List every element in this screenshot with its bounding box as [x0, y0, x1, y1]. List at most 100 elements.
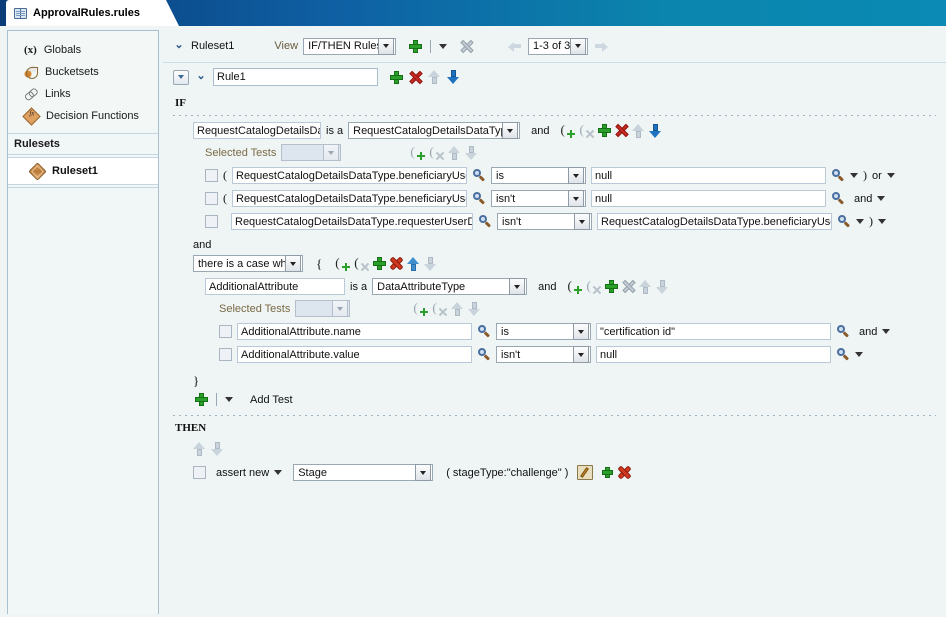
test-menu-caret[interactable]	[856, 219, 864, 224]
move-action-down-button[interactable]	[211, 442, 224, 456]
move-up-button[interactable]	[451, 301, 464, 316]
move-down-button[interactable]	[656, 279, 669, 294]
connector-caret[interactable]	[886, 173, 895, 178]
remove-paren-icon[interactable]: (	[586, 279, 601, 293]
test-operator-select[interactable]: isn't	[497, 213, 592, 230]
expand-toggle-icon[interactable]	[173, 69, 189, 85]
delete-rule-button[interactable]	[460, 40, 473, 53]
add-rule-button[interactable]	[409, 39, 423, 53]
add-test-button[interactable]	[195, 393, 208, 406]
search-icon[interactable]	[472, 191, 486, 206]
move-up-button[interactable]	[639, 279, 652, 294]
add-paren-icon[interactable]: (	[410, 145, 426, 160]
add-test-button[interactable]	[605, 280, 619, 293]
action-target-select[interactable]: Stage	[293, 464, 434, 481]
move-down-button[interactable]	[468, 301, 481, 316]
connector-caret[interactable]	[855, 352, 863, 357]
search-icon[interactable]	[837, 214, 851, 229]
action-checkbox[interactable]	[193, 466, 206, 479]
action-type-caret[interactable]	[274, 470, 283, 475]
add-rule-button[interactable]	[390, 70, 403, 84]
remove-paren-icon[interactable]: (	[354, 256, 369, 270]
rule-name-input[interactable]: Rule1	[213, 68, 378, 86]
nested-pattern-type-select[interactable]: DataAttributeType	[372, 278, 528, 295]
search-icon[interactable]	[477, 324, 491, 339]
move-up-button[interactable]	[448, 145, 461, 160]
selected-tests-select[interactable]	[281, 144, 342, 161]
test-right-operand[interactable]: null	[591, 167, 826, 184]
add-paren-icon[interactable]: (	[413, 301, 429, 316]
search-icon[interactable]	[478, 214, 492, 229]
sidebar-item-ruleset1[interactable]: Ruleset1	[8, 157, 158, 185]
connector-caret[interactable]	[877, 196, 886, 201]
test-right-operand[interactable]: null	[596, 346, 831, 363]
view-mode-select[interactable]: IF/THEN Rules	[303, 37, 397, 55]
move-action-up-button[interactable]	[193, 442, 206, 456]
add-paren-icon[interactable]: (	[560, 123, 576, 138]
sidebar-item-decision-functions[interactable]: Decision Functions	[8, 105, 158, 127]
quantifier-select[interactable]: there is a case where	[193, 255, 303, 272]
test-checkbox[interactable]	[219, 325, 232, 338]
add-test-menu-caret[interactable]	[225, 397, 233, 402]
test-operator-select[interactable]: is	[491, 167, 586, 184]
add-pattern-button[interactable]	[373, 257, 387, 270]
connector-caret[interactable]	[878, 219, 886, 224]
sidebar-item-bucketsets[interactable]: Bucketsets	[8, 61, 158, 83]
delete-test-button[interactable]	[622, 280, 635, 293]
test-left-operand[interactable]: RequestCatalogDetailsDataType.beneficiar…	[232, 190, 467, 207]
add-action-button[interactable]	[602, 467, 614, 478]
chevron-down-icon[interactable]: ⌄	[195, 71, 207, 83]
test-operator-select[interactable]: isn't	[496, 346, 591, 363]
test-right-operand[interactable]: null	[591, 190, 826, 207]
sidebar-item-links[interactable]: Links	[8, 83, 158, 105]
delete-test-button[interactable]	[615, 124, 628, 137]
test-checkbox[interactable]	[205, 169, 218, 182]
test-left-operand[interactable]: RequestCatalogDetailsDataType.beneficiar…	[232, 167, 467, 184]
test-left-operand[interactable]: AdditionalAttribute.value	[237, 346, 472, 363]
move-up-button[interactable]	[632, 123, 645, 138]
delete-pattern-button[interactable]	[390, 257, 403, 270]
test-left-operand[interactable]: AdditionalAttribute.name	[237, 323, 472, 340]
search-icon[interactable]	[831, 168, 845, 183]
pattern-type-select[interactable]: RequestCatalogDetailsDataType	[348, 122, 521, 139]
move-down-button[interactable]	[424, 256, 437, 271]
remove-paren-icon[interactable]: (	[432, 301, 447, 315]
remove-paren-icon[interactable]: (	[429, 145, 444, 159]
pencil-icon[interactable]	[577, 465, 594, 480]
move-rule-up-button[interactable]	[428, 70, 441, 84]
move-down-button[interactable]	[649, 123, 662, 138]
document-tab-approvalrules[interactable]: ApprovalRules.rules	[6, 0, 179, 26]
test-checkbox[interactable]	[219, 348, 232, 361]
move-down-button[interactable]	[465, 145, 478, 160]
search-icon[interactable]	[477, 347, 491, 362]
move-up-button[interactable]	[407, 256, 420, 271]
selected-tests-select[interactable]	[295, 300, 351, 317]
move-rule-down-button[interactable]	[447, 70, 460, 84]
search-icon[interactable]	[472, 168, 486, 183]
search-icon[interactable]	[836, 324, 850, 339]
test-left-operand[interactable]: RequestCatalogDetailsDataType.requesterU…	[231, 213, 473, 230]
arrow-left-icon[interactable]	[508, 40, 522, 52]
search-icon[interactable]	[836, 347, 850, 362]
add-paren-icon[interactable]: (	[335, 256, 351, 271]
pattern-variable-input[interactable]: RequestCatalogDetailsData	[193, 122, 321, 139]
add-rule-menu-caret[interactable]	[439, 43, 448, 49]
add-paren-icon[interactable]: (	[567, 279, 583, 294]
sidebar-item-globals[interactable]: (x) Globals	[8, 39, 158, 61]
test-menu-caret[interactable]	[850, 173, 858, 178]
test-right-operand[interactable]: "certification id"	[596, 323, 831, 340]
nested-pattern-variable[interactable]: AdditionalAttribute	[205, 278, 345, 295]
test-checkbox[interactable]	[205, 215, 218, 228]
test-operator-select[interactable]: isn't	[491, 190, 586, 207]
remove-paren-icon[interactable]: (	[579, 123, 594, 137]
test-checkbox[interactable]	[205, 192, 218, 205]
chevron-down-icon[interactable]: ⌄	[173, 40, 185, 52]
search-icon[interactable]	[831, 191, 845, 206]
arrow-right-icon[interactable]	[594, 40, 608, 52]
delete-rule-button[interactable]	[409, 71, 422, 84]
delete-action-button[interactable]	[618, 466, 631, 479]
connector-caret[interactable]	[882, 329, 891, 334]
pager-select[interactable]: 1-3 of 3	[528, 37, 588, 55]
test-operator-select[interactable]: is	[496, 323, 591, 340]
add-test-button[interactable]	[598, 124, 612, 137]
